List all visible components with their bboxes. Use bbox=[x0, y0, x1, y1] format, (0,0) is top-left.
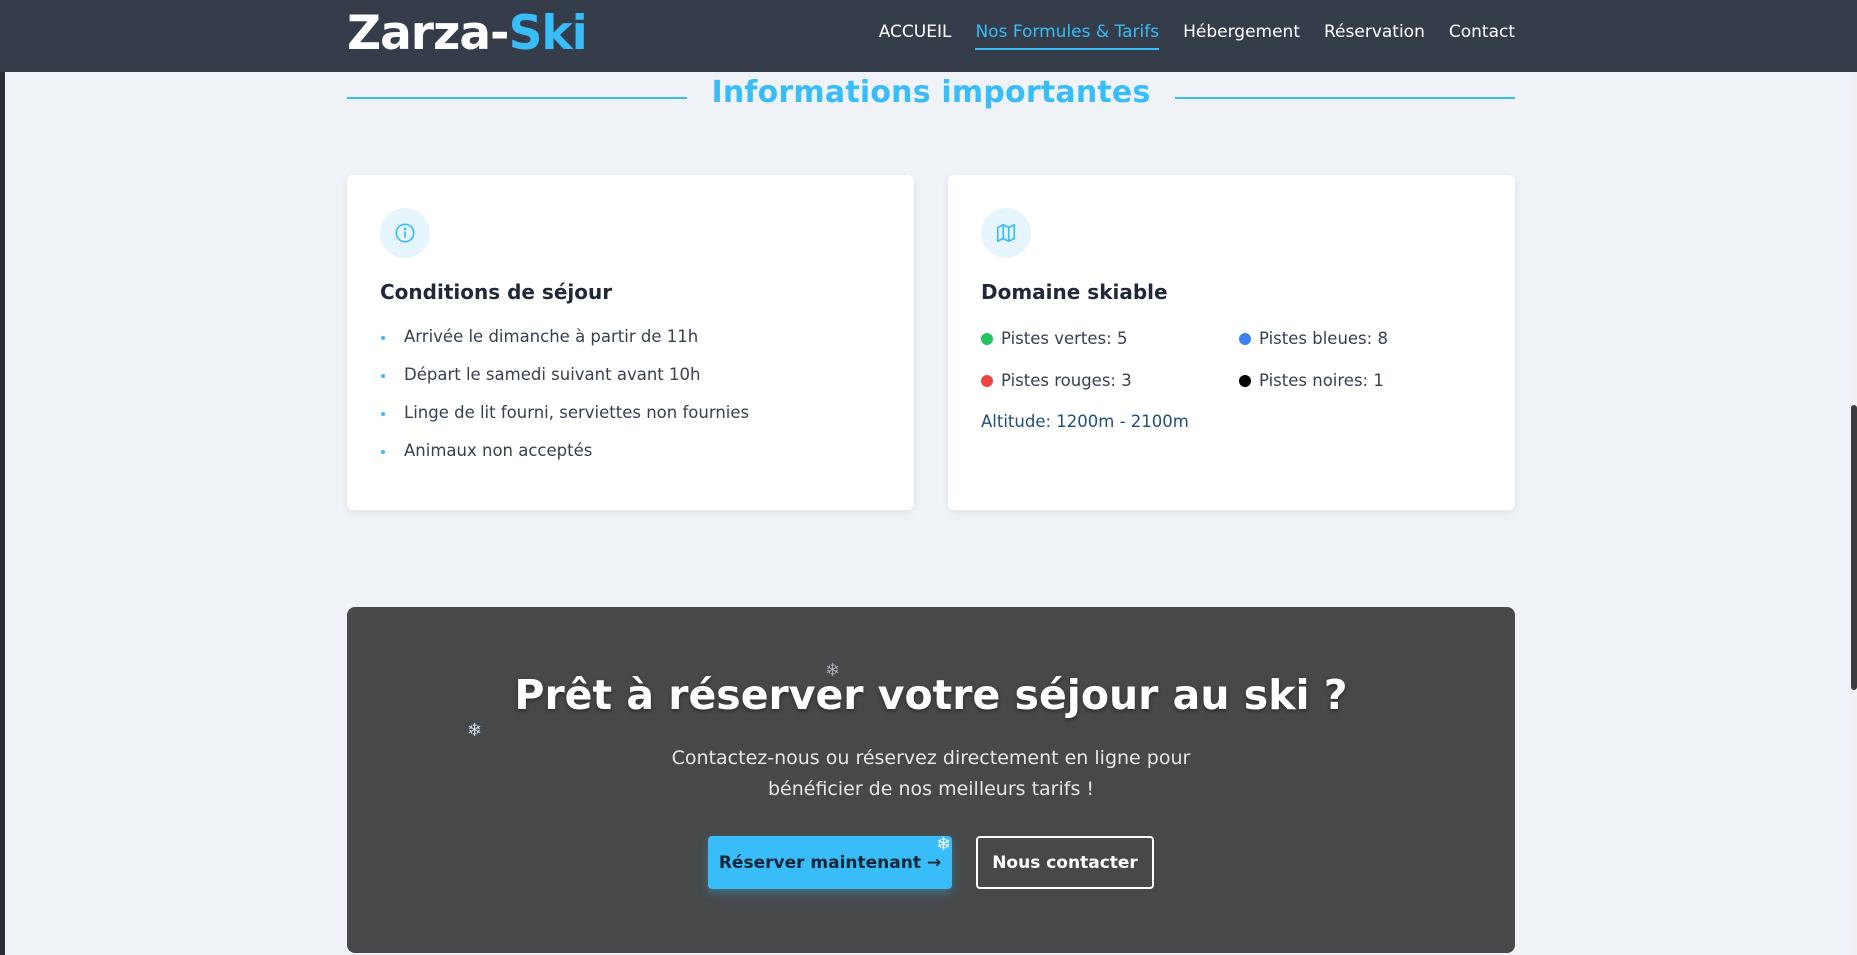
altitude-info: Altitude: 1200m - 2100m bbox=[981, 412, 1189, 431]
nav-contact[interactable]: Contact bbox=[1449, 22, 1515, 50]
scrollbar-thumb[interactable] bbox=[1851, 405, 1857, 690]
conditions-card: Conditions de séjour Arrivée le dimanche… bbox=[347, 175, 914, 510]
list-item: Départ le samedi suivant avant 10h bbox=[380, 356, 881, 394]
heading-divider-left bbox=[347, 97, 688, 99]
piste-bleues: Pistes bleues: 8 bbox=[1239, 318, 1459, 360]
domaine-title: Domaine skiable bbox=[981, 280, 1168, 304]
piste-vertes: Pistes vertes: 5 bbox=[981, 318, 1239, 360]
section-title: Informations importantes bbox=[711, 74, 1151, 110]
snowflake-icon: ❄ bbox=[936, 834, 952, 855]
contact-us-button[interactable]: Nous contacter bbox=[976, 836, 1154, 889]
cta-title: Prêt à réserver votre séjour au ski ? bbox=[514, 671, 1348, 719]
piste-label: Pistes rouges: 3 bbox=[1001, 371, 1132, 390]
cta-buttons: Réserver maintenant → Nous contacter bbox=[347, 836, 1515, 889]
piste-label: Pistes noires: 1 bbox=[1259, 371, 1384, 390]
list-item: Animaux non acceptés bbox=[380, 432, 881, 470]
list-item: Linge de lit fourni, serviettes non four… bbox=[380, 394, 881, 432]
conditions-title: Conditions de séjour bbox=[380, 280, 613, 304]
logo-main-text: Zarza- bbox=[347, 6, 510, 61]
cta-text-line: bénéficier de nos meilleurs tarifs ! bbox=[767, 778, 1095, 800]
nav-hebergement[interactable]: Hébergement bbox=[1183, 22, 1300, 50]
piste-label: Pistes vertes: 5 bbox=[1001, 329, 1128, 348]
cta-text-line: Contactez-nous ou réservez directement e… bbox=[671, 747, 1191, 769]
conditions-list: Arrivée le dimanche à partir de 11h Dépa… bbox=[380, 318, 881, 470]
heading-divider-right bbox=[1174, 97, 1515, 99]
blue-dot-icon bbox=[1239, 333, 1251, 345]
red-dot-icon bbox=[981, 375, 993, 387]
site-header: Zarza-Ski ACCUEIL Nos Formules & Tarifs … bbox=[0, 0, 1857, 72]
nav-accueil[interactable]: ACCUEIL bbox=[879, 22, 952, 50]
nav-reservation[interactable]: Réservation bbox=[1324, 22, 1425, 50]
black-dot-icon bbox=[1239, 375, 1251, 387]
reserve-now-button[interactable]: Réserver maintenant → bbox=[708, 836, 952, 889]
site-logo[interactable]: Zarza-Ski bbox=[347, 6, 588, 62]
list-item: Arrivée le dimanche à partir de 11h bbox=[380, 318, 881, 356]
cta-banner: ❄ ❄ Prêt à réserver votre séjour au ski … bbox=[347, 607, 1515, 953]
cta-text: Contactez-nous ou réservez directement e… bbox=[347, 743, 1515, 805]
main-nav: ACCUEIL Nos Formules & Tarifs Hébergemen… bbox=[879, 22, 1515, 50]
section-heading: Informations importantes bbox=[347, 72, 1515, 112]
pistes-grid: Pistes vertes: 5 Pistes bleues: 8 Pistes… bbox=[981, 318, 1482, 402]
piste-label: Pistes bleues: 8 bbox=[1259, 329, 1388, 348]
map-icon bbox=[981, 208, 1031, 258]
piste-rouges: Pistes rouges: 3 bbox=[981, 360, 1239, 402]
domaine-card: Domaine skiable Pistes vertes: 5 Pistes … bbox=[948, 175, 1515, 510]
window-edge bbox=[0, 0, 5, 955]
piste-noires: Pistes noires: 1 bbox=[1239, 360, 1459, 402]
nav-formules-tarifs[interactable]: Nos Formules & Tarifs bbox=[975, 22, 1160, 50]
logo-accent-text: Ski bbox=[508, 6, 588, 61]
snowflake-icon: ❄ bbox=[467, 720, 483, 741]
green-dot-icon bbox=[981, 333, 993, 345]
info-icon bbox=[380, 208, 430, 258]
